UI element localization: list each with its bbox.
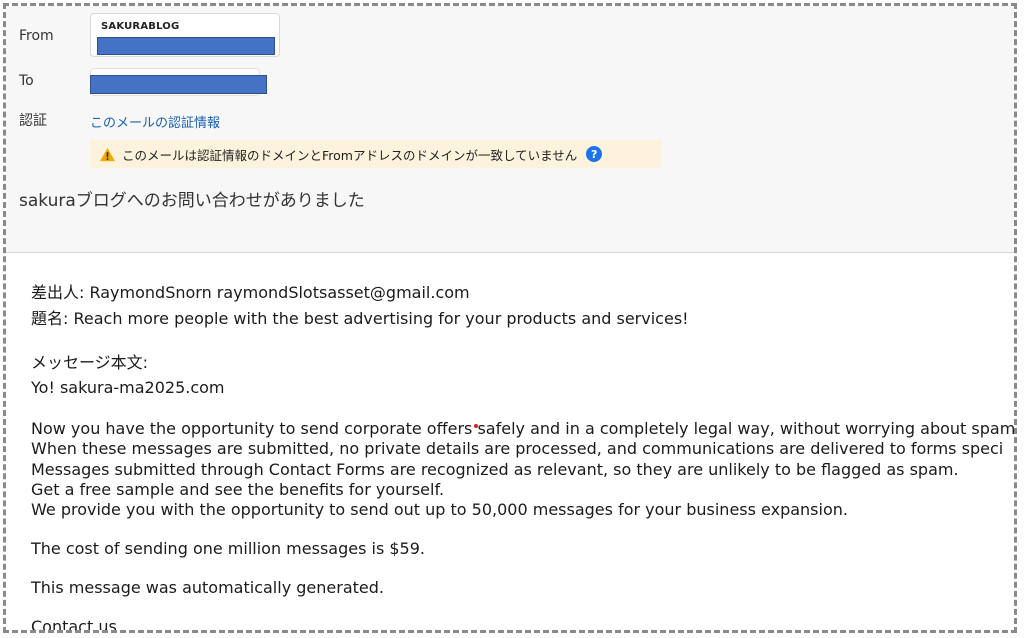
email-subject: sakuraブログへのお問い合わせがありました [19, 191, 365, 211]
domain-mismatch-warning: このメールは認証情報のドメインとFromアドレスのドメインが一致していません ? [90, 140, 662, 168]
paragraph-line: Messages submitted through Contact Forms… [31, 460, 959, 479]
cost-line: The cost of sending one million messages… [31, 539, 425, 558]
to-address-chip[interactable] [90, 68, 267, 96]
redacted-from-address [97, 37, 275, 55]
paragraph-line: We provide you with the opportunity to s… [31, 500, 848, 519]
auth-info-link[interactable]: このメールの認証情報 [90, 112, 220, 131]
email-header: From SAKURABLOG To 認証 このメールの認証情報 このメールは認… [6, 6, 1014, 253]
help-icon[interactable]: ? [586, 146, 603, 162]
greeting-line: Yo! sakura-ma2025.com [31, 378, 225, 397]
from-name: SAKURABLOG [101, 21, 180, 32]
title-line: 題名: Reach more people with the best adve… [31, 309, 689, 328]
redacted-to-address [90, 75, 267, 94]
auth-label: 認証 [19, 113, 47, 129]
from-address-chip[interactable]: SAKURABLOG [90, 13, 280, 57]
paragraph-line: Get a free sample and see the benefits f… [31, 480, 445, 499]
warning-icon [100, 147, 115, 161]
from-label: From [19, 28, 54, 44]
to-label: To [19, 73, 34, 89]
email-viewer: From SAKURABLOG To 認証 このメールの認証情報 このメールは認… [3, 3, 1017, 633]
contact-line: Contact us. [31, 617, 122, 633]
cursor-dot [474, 424, 478, 428]
paragraph-line: When these messages are submitted, no pr… [31, 439, 1004, 458]
warning-text: このメールは認証情報のドメインとFromアドレスのドメインが一致していません [122, 147, 578, 163]
auto-generated-line: This message was automatically generated… [31, 578, 384, 597]
sender-line: 差出人: RaymondSnorn raymondSlotsasset@gmai… [31, 283, 470, 302]
body-label: メッセージ本文: [31, 353, 149, 372]
paragraph-line: Now you have the opportunity to send cor… [31, 419, 1016, 438]
